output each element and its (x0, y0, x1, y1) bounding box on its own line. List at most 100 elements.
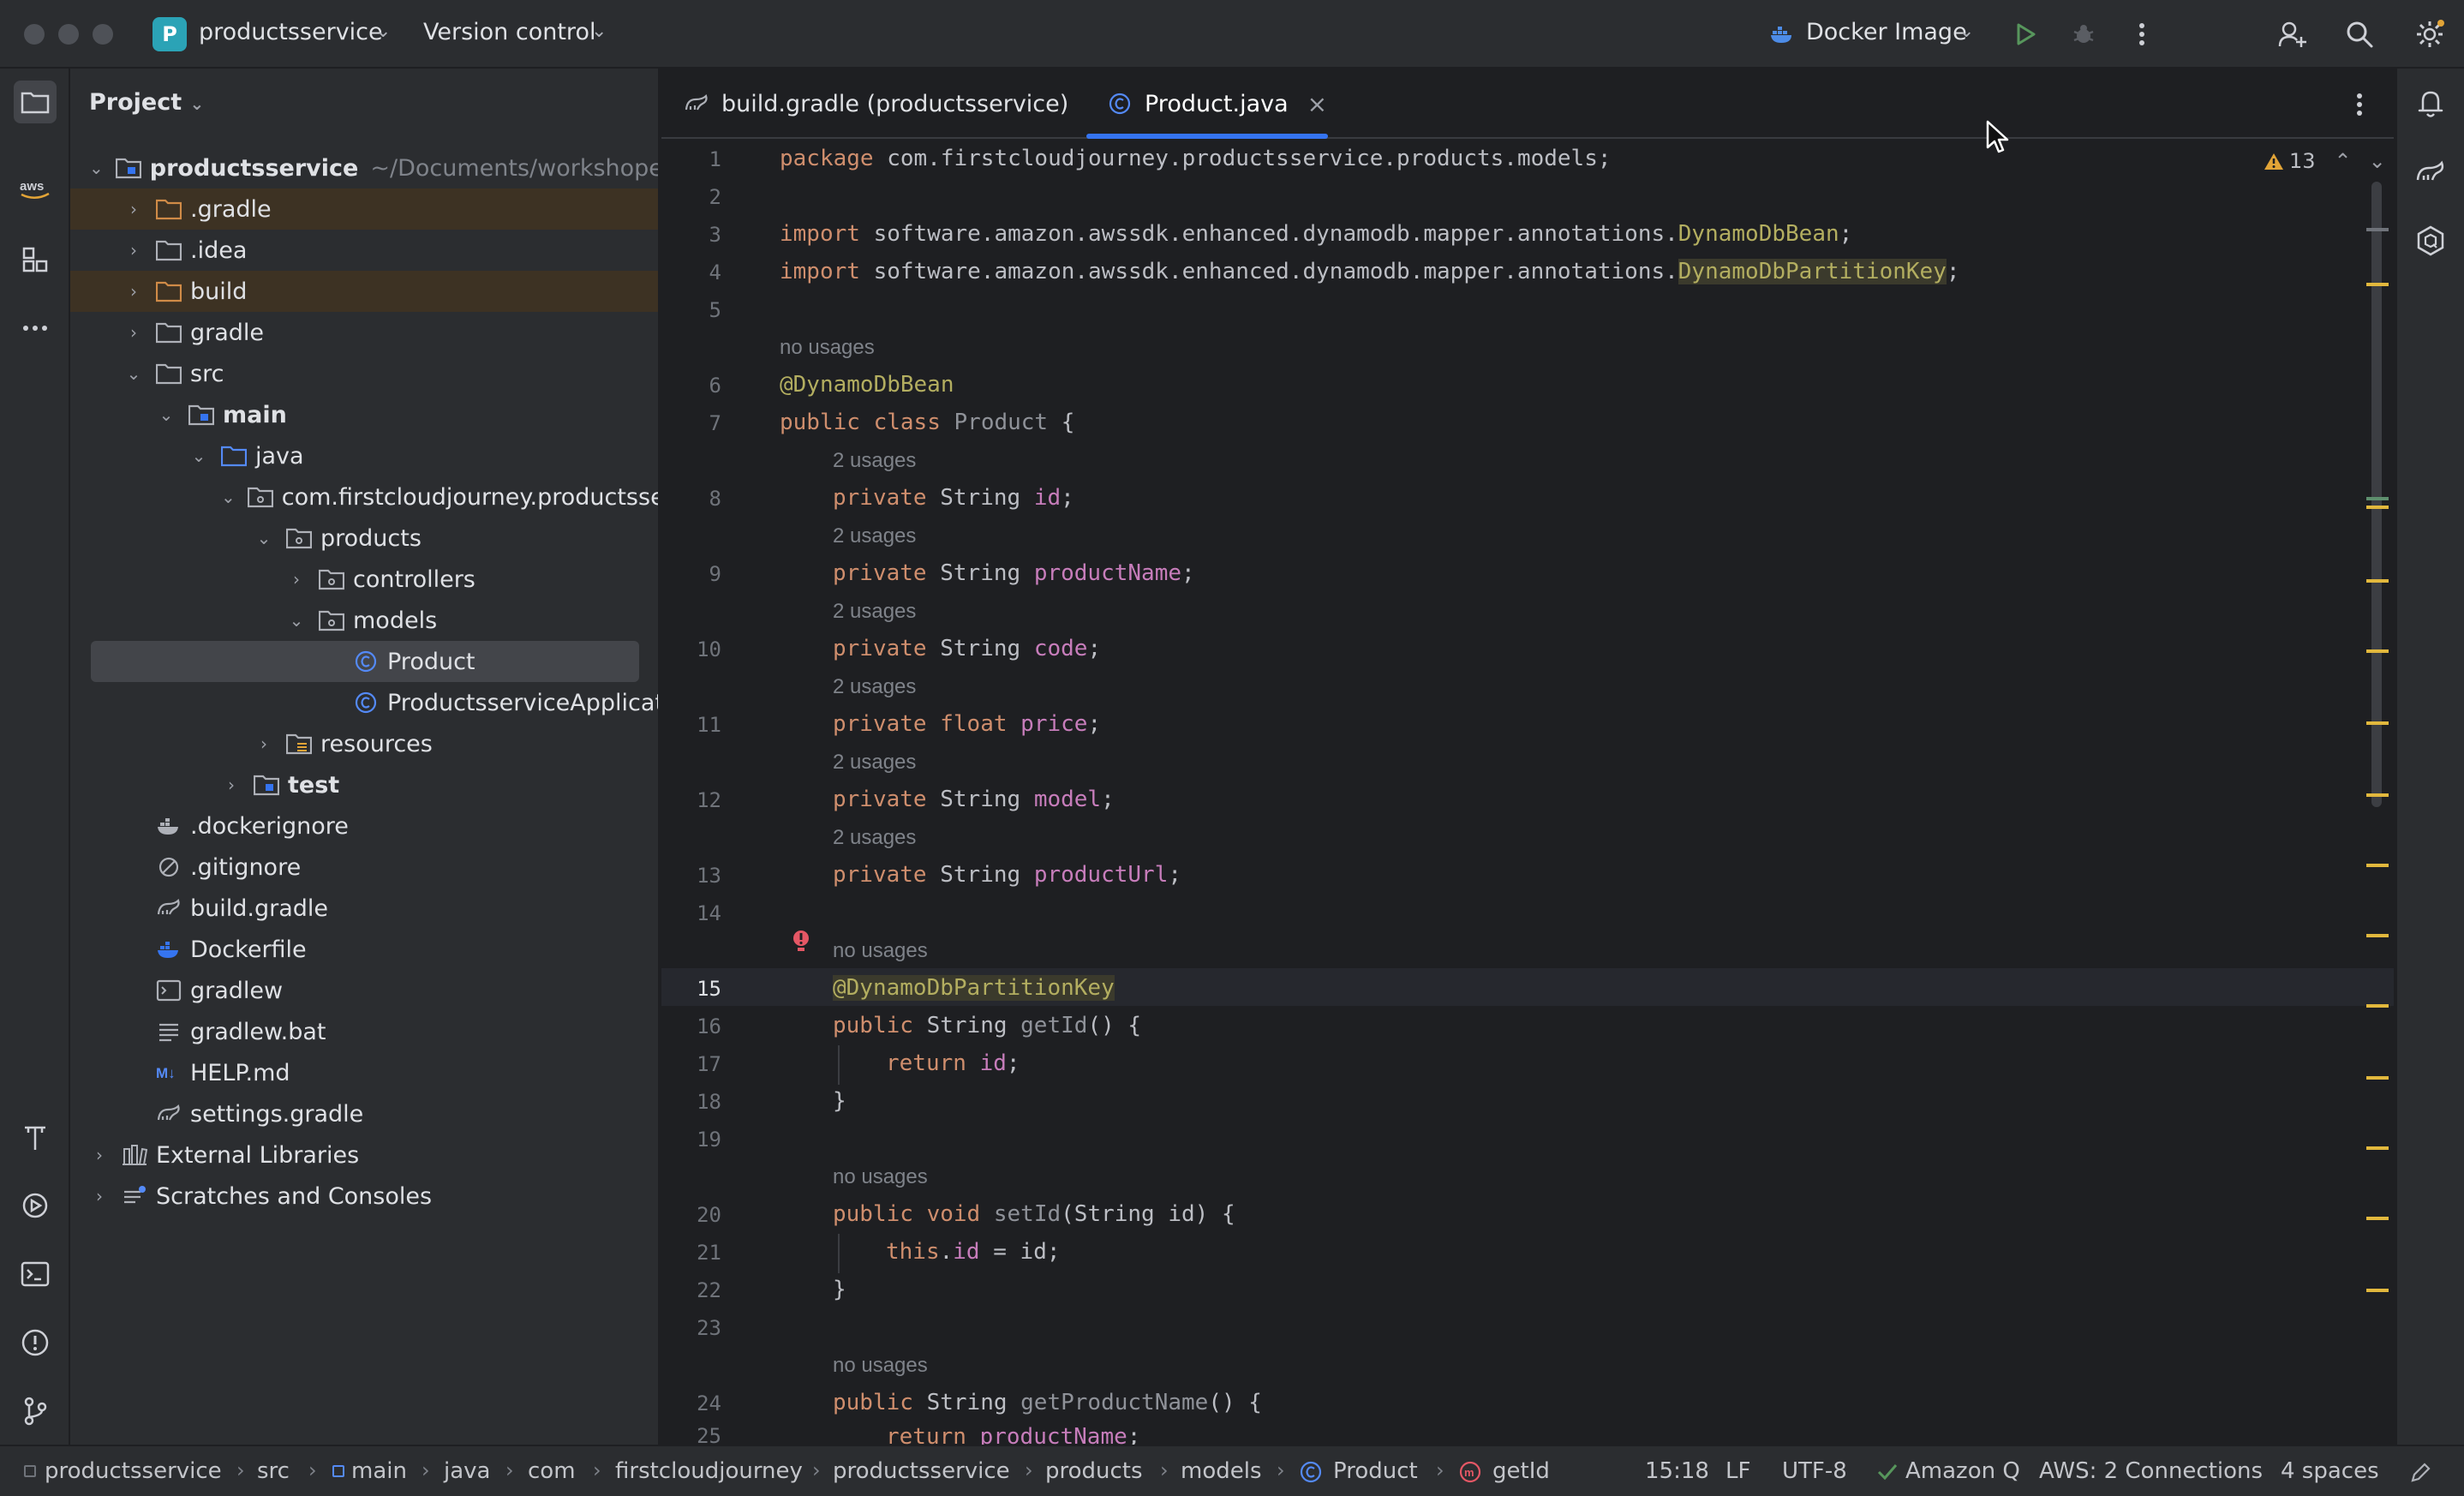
search-icon[interactable] (2341, 15, 2378, 53)
tree-item-dockerfile[interactable]: Dockerfile (70, 929, 658, 970)
settings-gear-icon[interactable] (2411, 15, 2449, 53)
tree-item-product[interactable]: Product (91, 641, 639, 682)
structure-icon[interactable] (14, 238, 57, 281)
usages-hint[interactable]: 2 usages (833, 826, 916, 850)
chevron-right-icon: › (96, 1145, 103, 1165)
window-close-button[interactable] (24, 24, 45, 45)
project-panel-title[interactable]: Project ⌄ (89, 89, 204, 116)
build-hammer-icon[interactable] (14, 1116, 57, 1158)
code-editor[interactable]: 13 ⌃ ⌄ 1 2 3 4 5 6 7 8 9 10 11 12 13 14 … (661, 139, 2394, 1445)
usages-hint[interactable]: 2 usages (833, 600, 916, 624)
indent-setting[interactable]: 4 spaces (2281, 1458, 2379, 1484)
add-user-icon[interactable] (2274, 15, 2311, 53)
tree-item-gradlew[interactable]: gradlew (70, 970, 658, 1011)
tree-item-java[interactable]: ⌄ java (70, 435, 658, 476)
project-badge[interactable]: P (153, 17, 187, 51)
breadcrumb-item[interactable]: main (351, 1458, 407, 1484)
tree-item-models[interactable]: ⌄ models (70, 600, 658, 641)
usages-hint[interactable]: no usages (780, 336, 875, 360)
method-icon: m (1459, 1461, 1481, 1483)
breadcrumb-item[interactable]: products (1045, 1458, 1143, 1484)
project-panel: Project ⌄ ⌄ productsservice ~/Documents/… (70, 69, 660, 1445)
chevron-down-icon[interactable]: ⌄ (2369, 149, 2386, 173)
window-zoom-button[interactable] (93, 24, 113, 45)
tree-item-resources[interactable]: › resources (70, 723, 658, 764)
vertical-scrollbar[interactable] (2371, 182, 2382, 807)
tree-item-gradle[interactable]: › gradle (70, 312, 658, 353)
tree-label: gradlew.bat (190, 1018, 326, 1045)
tree-item-root[interactable]: ⌄ productsservice ~/Documents/workshope/… (70, 147, 658, 188)
chevron-down-icon: ⌄ (221, 487, 236, 507)
line-number: 22 (697, 1278, 721, 1302)
tree-item-external-libraries[interactable]: › External Libraries (70, 1134, 658, 1176)
tree-item-package-root[interactable]: ⌄ com.firstcloudjourney.productsserv (70, 476, 658, 518)
line-separator[interactable]: LF (1725, 1458, 1750, 1484)
tree-item-gitignore[interactable]: .gitignore (70, 847, 658, 888)
tree-item-gradlew-bat[interactable]: gradlew.bat (70, 1011, 658, 1052)
breadcrumb-item[interactable]: models (1181, 1458, 1262, 1484)
tree-item-gradle-hidden[interactable]: › .gradle (70, 188, 658, 230)
intention-bulb-icon[interactable] (790, 929, 812, 954)
code-line-15: @DynamoDbPartitionKey (833, 975, 1115, 1001)
tree-item-test[interactable]: › test (70, 764, 658, 805)
notifications-bell-icon[interactable] (2409, 82, 2452, 125)
run-config-selector[interactable]: Docker Image (1806, 19, 1967, 45)
tree-item-dockerignore[interactable]: .dockerignore (70, 805, 658, 847)
aws-icon[interactable]: aws (14, 168, 57, 211)
file-encoding[interactable]: UTF-8 (1782, 1458, 1847, 1484)
usages-hint[interactable]: 2 usages (833, 675, 916, 699)
vcs-selector[interactable]: Version control (423, 19, 595, 45)
window-minimize-button[interactable] (58, 24, 79, 45)
gradle-tool-icon[interactable] (2409, 151, 2452, 194)
tree-item-settings-gradle[interactable]: settings.gradle (70, 1093, 658, 1134)
amazon-q-icon[interactable] (2409, 219, 2452, 262)
breadcrumb-item[interactable]: src (257, 1458, 290, 1484)
tree-item-src[interactable]: ⌄ src (70, 353, 658, 394)
tree-item-application[interactable]: ProductsserviceApplication (70, 682, 658, 723)
inspection-widget[interactable]: 13 ⌃ ⌄ (2264, 149, 2386, 173)
tree-item-products[interactable]: ⌄ products (70, 518, 658, 559)
usages-hint[interactable]: 2 usages (833, 449, 916, 473)
breadcrumb-item[interactable]: firstcloudjourney (615, 1458, 803, 1484)
aws-connections[interactable]: AWS: 2 Connections (2039, 1458, 2263, 1484)
breadcrumb-item[interactable]: Product (1333, 1458, 1418, 1484)
usages-hint[interactable]: no usages (833, 1354, 928, 1378)
breadcrumb-item[interactable]: com (528, 1458, 576, 1484)
project-folder-icon[interactable] (14, 81, 57, 123)
tab-build-gradle[interactable]: build.gradle (productsservice) (684, 69, 1068, 139)
close-tab-icon[interactable]: × (1307, 90, 1327, 118)
terminal-icon[interactable] (14, 1253, 57, 1296)
source-folder-icon (221, 446, 247, 467)
run-icon[interactable] (2006, 15, 2044, 53)
tree-label: settings.gradle (190, 1100, 364, 1128)
caret-position[interactable]: 15:18 (1645, 1458, 1709, 1484)
tab-product-java[interactable]: Product.java × (1107, 69, 1327, 139)
usages-hint[interactable]: 2 usages (833, 751, 916, 775)
tree-item-controllers[interactable]: › controllers (70, 559, 658, 600)
breadcrumb-item[interactable]: getId (1492, 1458, 1550, 1484)
tree-item-help-md[interactable]: M↓ HELP.md (70, 1052, 658, 1093)
breadcrumb-item[interactable]: java (444, 1458, 490, 1484)
tree-item-scratches[interactable]: › Scratches and Consoles (70, 1176, 658, 1217)
readonly-toggle-icon[interactable] (2409, 1462, 2431, 1484)
services-icon[interactable] (14, 1184, 57, 1227)
git-branch-icon[interactable] (14, 1390, 57, 1433)
problems-icon[interactable] (14, 1321, 57, 1364)
more-vertical-icon[interactable] (2123, 15, 2161, 53)
usages-hint[interactable]: no usages (833, 939, 928, 963)
usages-hint[interactable]: 2 usages (833, 524, 916, 548)
usages-hint[interactable]: no usages (833, 1165, 928, 1189)
tree-item-main[interactable]: ⌄ main (70, 394, 658, 435)
tree-item-build[interactable]: › build (70, 271, 658, 312)
mouse-pointer-icon (1986, 120, 2009, 153)
tree-item-idea[interactable]: › .idea (70, 230, 658, 271)
amazon-q-status[interactable]: Amazon Q (1905, 1458, 2020, 1484)
project-selector[interactable]: productsservice (199, 19, 383, 45)
more-horizontal-icon[interactable] (14, 307, 57, 350)
tree-item-build-gradle[interactable]: build.gradle (70, 888, 658, 929)
debug-icon[interactable] (2065, 15, 2102, 53)
more-vertical-icon[interactable] (2341, 86, 2378, 123)
chevron-up-icon[interactable]: ⌃ (2335, 149, 2352, 173)
breadcrumb-item[interactable]: productsservice (833, 1458, 1010, 1484)
breadcrumb-item[interactable]: productsservice (45, 1458, 222, 1484)
